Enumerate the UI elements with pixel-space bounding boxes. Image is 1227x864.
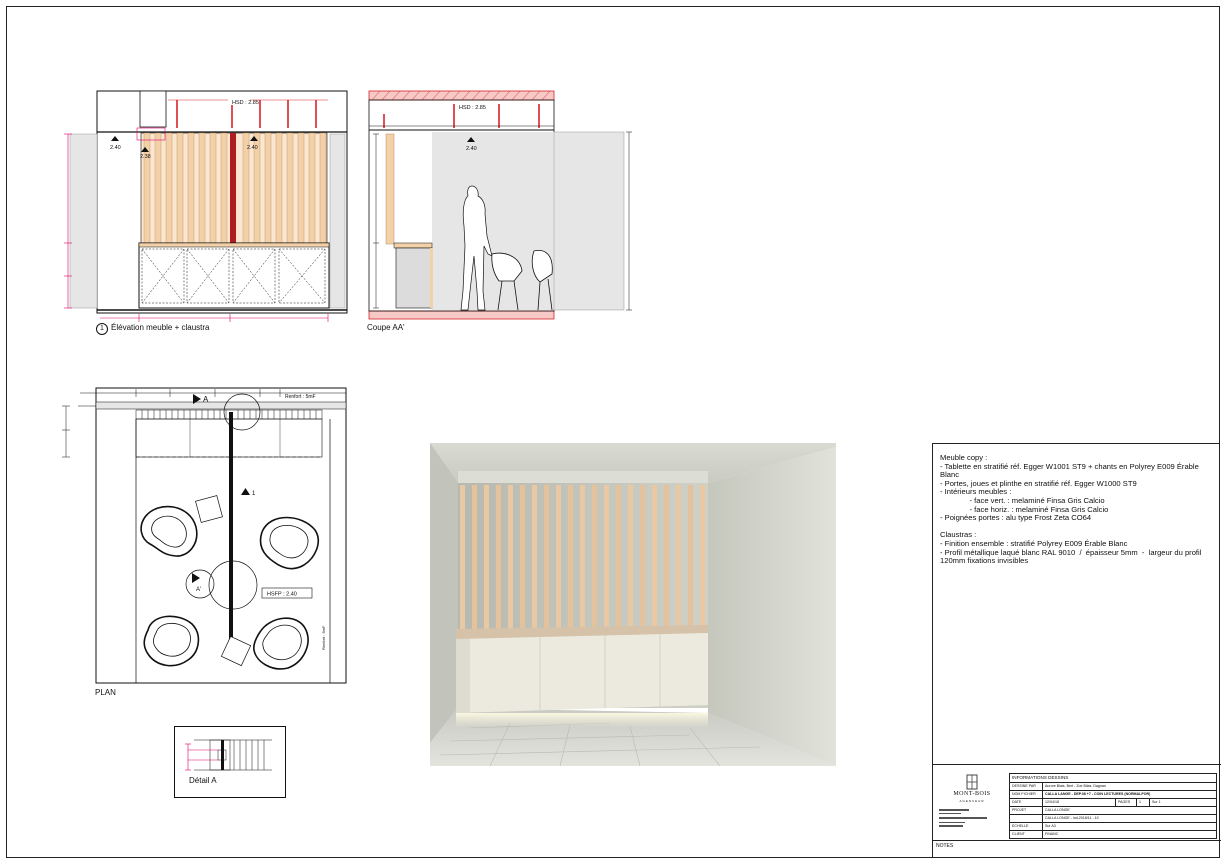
table-row: CALLA LONGE - ind.2018/11 - 10 xyxy=(1010,815,1216,823)
plan-side-table-2 xyxy=(220,635,252,667)
side-wall xyxy=(553,131,625,311)
plan-hsfp-label: HSFP : 2.40 xyxy=(267,592,297,598)
svg-text:Renfort : 5mF: Renfort : 5mF xyxy=(321,625,326,650)
back-wall xyxy=(432,132,554,310)
level-label-1: 2.40 xyxy=(110,145,121,151)
elevation-hsd: HSD : 2.85 xyxy=(232,100,259,106)
claustra-section xyxy=(385,133,395,245)
elevation-drawing: HSD : 2.85 2.40 2.38 2.40 xyxy=(64,90,348,322)
section-marker-a-prime xyxy=(192,573,200,583)
title-block: MONT-BOIS AGENCEUR INFORMATIONS DESSINS … xyxy=(933,764,1221,840)
plan-side-table-1 xyxy=(195,495,223,523)
table-row: NOM FICHIER CALLA LANGE - DEP.08 +7 - COI… xyxy=(1010,791,1216,799)
notes-footer: NOTES xyxy=(933,840,1221,858)
company-name: MONT-BOIS xyxy=(953,791,991,797)
page-number: 1 xyxy=(1137,799,1150,806)
plan-soffit-label: Renfort : 5mF xyxy=(285,394,316,400)
level-label-2: 2.38 xyxy=(140,154,151,160)
section-level: 2.40 xyxy=(466,146,477,152)
floor-hatch xyxy=(368,310,555,320)
render-cabinet-front xyxy=(456,633,708,713)
right-wall xyxy=(329,133,346,309)
table-row: DATE 12/04/18 PAGES 1 Sur 1 xyxy=(1010,799,1216,807)
notes-panel: Meuble copy : - Tablette en stratifié ré… xyxy=(932,443,1221,858)
view-number-badge: 1 xyxy=(96,323,108,335)
svg-text:A': A' xyxy=(196,587,201,593)
upper-box xyxy=(139,90,167,128)
section-drawing: HSD : 2.85 2.40 xyxy=(368,90,632,320)
elevation-title: 1 Élévation meuble + claustra xyxy=(96,323,210,335)
company-subtitle: AGENCEUR xyxy=(959,799,985,803)
plan-drawing: Renfort : 5mF A A' 1 HSFP : 2.40 Renfort… xyxy=(62,387,347,684)
metal-profile xyxy=(230,133,236,243)
detail-a-title: Détail A xyxy=(189,776,217,785)
level-label-3: 2.40 xyxy=(247,145,258,151)
render-slats xyxy=(460,485,705,633)
table-row: CLIENT FINANC xyxy=(1012,831,1059,838)
detail-a-drawing xyxy=(174,726,286,798)
cabinet-section xyxy=(395,247,433,309)
section-title: Coupe AA' xyxy=(367,323,405,332)
table-row: ECHELLE Sur A3 xyxy=(1010,823,1216,831)
cabinet xyxy=(138,242,330,309)
table-row: DESSINE PAR Aurore Blais, Bert - Zoe Bila… xyxy=(1010,783,1216,791)
elevation-marker-1 xyxy=(241,488,250,495)
note-line: - Profil métallique laqué blanc RAL 9010… xyxy=(940,547,1204,566)
render-3d-image xyxy=(430,443,836,766)
note-line: - Poignées portes : alu type Frost Zeta … xyxy=(940,513,1092,523)
company-address xyxy=(939,807,1005,827)
note-line xyxy=(940,523,1218,532)
table-row: PROJET CALLA LONGE xyxy=(1010,807,1216,815)
plan-title: PLAN xyxy=(95,688,116,697)
left-wall xyxy=(69,133,98,309)
drawing-info-table: INFORMATIONS DESSINS DESSINE PAR Aurore B… xyxy=(1009,773,1217,839)
page-total: Sur 1 xyxy=(1152,800,1161,804)
note-line: - Tablette en stratifié réf. Egger W1001… xyxy=(940,461,1201,480)
svg-text:1: 1 xyxy=(252,491,256,497)
company-logo: MONT-BOIS AGENCEUR xyxy=(939,771,1005,831)
svg-text:A: A xyxy=(203,395,209,404)
material-notes: Meuble copy : - Tablette en stratifié ré… xyxy=(940,453,1218,566)
pages-label: PAGES xyxy=(1116,799,1137,806)
section-hsd: HSD : 2.85 xyxy=(459,105,486,111)
drawing-info-header: INFORMATIONS DESSINS xyxy=(1010,774,1216,783)
